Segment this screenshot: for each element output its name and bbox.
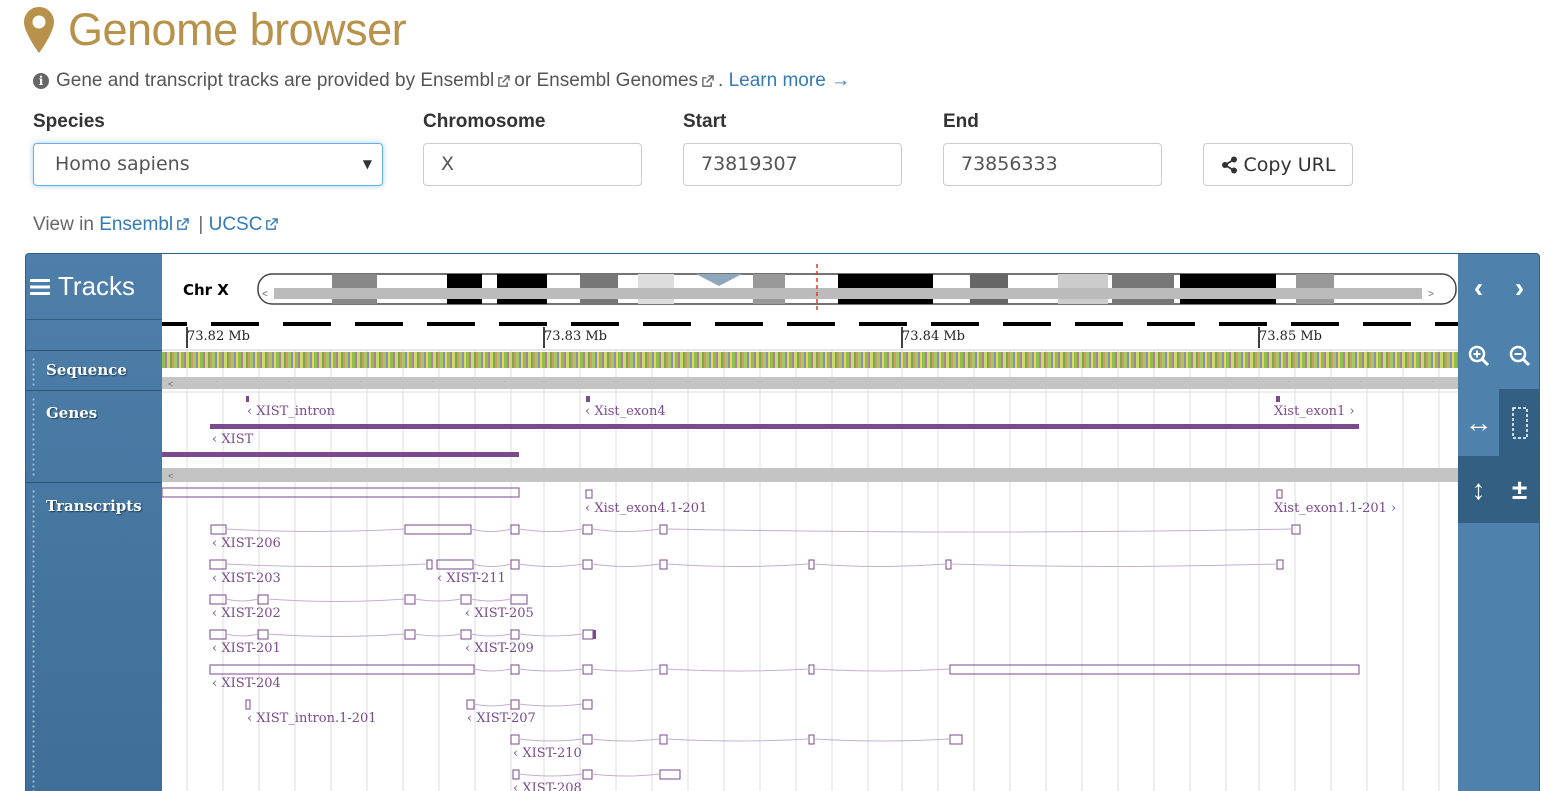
- view-in-label: View in: [33, 214, 94, 235]
- feature-label[interactable]: ‹ XIST_intron: [247, 404, 335, 419]
- ensembl-genomes-text: Ensembl Genomes: [536, 70, 699, 91]
- learn-more-link[interactable]: Learn more →: [729, 70, 850, 92]
- tracks-label: Tracks: [58, 271, 136, 301]
- feature-label[interactable]: ‹ XIST-211: [437, 571, 506, 586]
- map-marker-icon: [24, 7, 54, 53]
- chromosome-input[interactable]: X: [423, 143, 642, 186]
- chevron-left-icon: ‹: [1473, 271, 1484, 303]
- track-list-panel: Tracks Sequence Genes Transcripts: [26, 254, 162, 791]
- external-link-icon: [498, 74, 511, 87]
- scroll-right-button[interactable]: ›: [1499, 254, 1539, 321]
- drag-handle-icon[interactable]: [31, 397, 36, 478]
- view-in-separator: |: [198, 214, 204, 235]
- start-input[interactable]: 73819307: [683, 143, 902, 186]
- chevron-right-icon: ›: [1514, 271, 1525, 303]
- feature-label[interactable]: ‹ XIST-201: [212, 641, 281, 656]
- feature-label[interactable]: ‹ XIST-206: [212, 536, 281, 551]
- genome-browser: Tracks Sequence Genes Transcripts Chr X: [25, 253, 1540, 791]
- view-in-ucsc-link[interactable]: UCSC: [209, 214, 263, 235]
- feature-label[interactable]: ‹ Xist_exon4.1-201: [585, 501, 707, 516]
- ruler-tick-label: 73.83 Mb: [544, 329, 607, 344]
- select-region-icon: [1511, 406, 1528, 439]
- share-icon: [1221, 156, 1237, 173]
- external-link-icon: [177, 218, 189, 230]
- resize-tracks-button[interactable]: ↕: [1458, 456, 1499, 523]
- track-label-sequence[interactable]: Sequence: [26, 350, 162, 390]
- drag-handle-icon[interactable]: [31, 489, 36, 791]
- svg-text:<: <: [168, 379, 173, 389]
- caret-down-icon: ▼: [362, 157, 372, 171]
- feature-label[interactable]: ‹ XIST-210: [513, 746, 582, 761]
- expand-collapse-button[interactable]: ±: [1499, 456, 1539, 523]
- ruler-tick-label: 73.85 Mb: [1259, 329, 1322, 344]
- svg-text:<: <: [262, 289, 268, 300]
- track-label-genes[interactable]: Genes: [26, 390, 162, 482]
- feature-label[interactable]: ‹ XIST: [212, 432, 253, 447]
- feature-label[interactable]: ‹ Xist_exon4: [585, 404, 666, 419]
- view-in-line: View in Ensembl | UCSC: [33, 214, 282, 236]
- track-name: Transcripts: [46, 497, 142, 515]
- info-or: or: [514, 70, 532, 91]
- feature-label[interactable]: ‹ XIST-202: [212, 606, 281, 621]
- feature-label[interactable]: ‹ XIST-208: [513, 781, 582, 791]
- track-area[interactable]: < < 73.82 Mb 73.83 Mb 73.84 Mb 73.85 Mb …: [162, 322, 1458, 791]
- zoom-out-button[interactable]: [1499, 322, 1539, 389]
- ensembl-text: Ensembl: [420, 70, 495, 91]
- navigation-controls: ‹ › ↔ ↕ ±: [1458, 254, 1539, 791]
- feature-label[interactable]: ‹ XIST-204: [212, 676, 281, 691]
- drag-mode-button[interactable]: ↔: [1458, 389, 1499, 456]
- scroll-left-button[interactable]: ‹: [1458, 254, 1499, 321]
- external-link-icon: [266, 218, 279, 230]
- end-input[interactable]: 73856333: [943, 143, 1162, 186]
- start-label: Start: [683, 111, 727, 132]
- info-line: i Gene and transcript tracks are provide…: [33, 70, 850, 92]
- species-value: Homo sapiens: [55, 153, 190, 175]
- feature-label[interactable]: Xist_exon1.1-201 ›: [1274, 501, 1396, 516]
- ideogram[interactable]: < >: [162, 254, 1458, 322]
- species-label: Species: [33, 111, 105, 132]
- page-title: Genome browser: [68, 4, 407, 55]
- track-label-transcripts[interactable]: Transcripts: [26, 482, 162, 791]
- svg-text:>: >: [1428, 289, 1434, 300]
- feature-label[interactable]: ‹ XIST-209: [465, 641, 534, 656]
- svg-text:<: <: [168, 471, 173, 481]
- track-name: Sequence: [46, 361, 127, 379]
- feature-label[interactable]: ‹ XIST_intron.1-201: [247, 711, 377, 726]
- feature-label[interactable]: ‹ XIST-205: [465, 606, 534, 621]
- tracks-menu-button[interactable]: Tracks: [26, 254, 162, 320]
- copy-url-label: Copy URL: [1243, 153, 1336, 176]
- end-label: End: [943, 111, 979, 132]
- external-link-icon: [702, 74, 714, 87]
- arrows-vertical-icon: ↕: [1471, 473, 1486, 505]
- zoom-in-button[interactable]: [1458, 322, 1499, 389]
- info-icon: i: [33, 73, 49, 89]
- ruler-tick-label: 73.82 Mb: [187, 329, 250, 344]
- menu-icon: [30, 278, 50, 295]
- chromosome-overview[interactable]: Chr X < >: [162, 254, 1458, 322]
- ruler-tick-label: 73.84 Mb: [902, 329, 965, 344]
- feature-label[interactable]: ‹ XIST-203: [212, 571, 281, 586]
- info-dot: .: [718, 70, 724, 91]
- info-text: Gene and transcript tracks are provided …: [56, 70, 416, 91]
- species-select[interactable]: Homo sapiens ▼: [33, 143, 383, 186]
- end-value: 73856333: [961, 153, 1058, 175]
- drag-handle-icon[interactable]: [31, 357, 36, 386]
- zoom-out-icon: [1509, 345, 1530, 366]
- select-mode-button[interactable]: [1499, 389, 1539, 456]
- view-in-ensembl-link[interactable]: Ensembl: [99, 214, 173, 235]
- track-name: Genes: [46, 404, 98, 422]
- feature-label[interactable]: ‹ XIST-207: [467, 711, 536, 726]
- plus-minus-icon: ±: [1511, 473, 1528, 505]
- start-value: 73819307: [701, 153, 798, 175]
- zoom-in-icon: [1468, 345, 1489, 366]
- page-header: Genome browser: [24, 2, 407, 58]
- chromosome-label: Chromosome: [423, 111, 546, 132]
- copy-url-button[interactable]: Copy URL: [1203, 143, 1353, 186]
- feature-label[interactable]: Xist_exon1 ›: [1274, 404, 1355, 419]
- chromosome-value: X: [441, 153, 455, 175]
- arrows-horizontal-icon: ↔: [1464, 406, 1493, 438]
